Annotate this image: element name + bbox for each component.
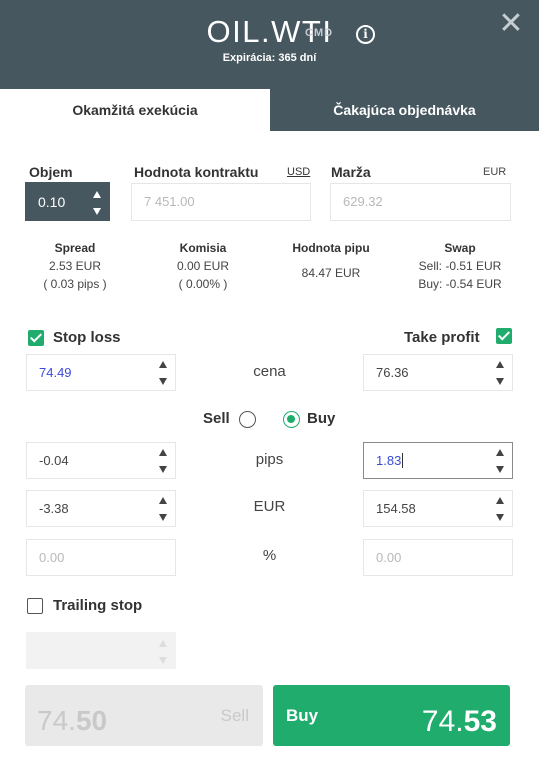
take-profit-label: Take profit — [404, 329, 480, 346]
take-profit-eur-input[interactable]: 154.58 — [363, 490, 513, 527]
stop-loss-price-input[interactable]: 74.49 — [26, 354, 176, 391]
commission-percent: ( 0.00% ) — [178, 277, 228, 291]
side-sell-radio[interactable] — [239, 411, 256, 428]
swap-label: Swap — [444, 241, 476, 255]
stop-loss-checkbox[interactable] — [28, 330, 44, 346]
sell-price: 74.50 — [37, 705, 107, 737]
pip-value-stat: Hodnota pipu 84.47 EUR — [276, 239, 386, 282]
pip-value-label: Hodnota pipu — [292, 241, 370, 255]
swap-stat: Swap Sell: -0.51 EUR Buy: -0.54 EUR — [405, 239, 515, 293]
trailing-stop-spin — [159, 639, 169, 665]
stop-loss-eur-input[interactable]: -3.38 — [26, 490, 176, 527]
take-profit-pips-input[interactable]: 1.83 — [363, 442, 513, 479]
trailing-stop-checkbox[interactable] — [27, 598, 43, 614]
take-profit-pips-value: 1.83 — [376, 453, 404, 468]
stop-loss-percent-value: 0.00 — [39, 550, 65, 565]
sell-button-label: Sell — [220, 706, 249, 725]
volume-stepper[interactable]: 0.10 — [25, 182, 110, 221]
close-icon[interactable]: ✕ — [497, 9, 525, 39]
buy-button[interactable]: Buy 74.53 — [273, 685, 510, 746]
info-icon[interactable]: i — [356, 25, 375, 44]
contract-value-field: 7 451.00 — [131, 183, 311, 221]
take-profit-eur-value: 154.58 — [376, 501, 416, 516]
commission-label: Komisia — [179, 241, 227, 255]
price-row-label: cena — [253, 363, 286, 380]
margin-currency: EUR — [483, 166, 507, 178]
side-buy-radio[interactable] — [283, 411, 300, 428]
buy-button-label: Buy — [286, 706, 319, 725]
take-profit-price-value: 76.36 — [376, 365, 409, 380]
stop-loss-pips-value: -0.04 — [39, 453, 69, 468]
volume-label: Objem — [29, 164, 73, 180]
swap-buy: Buy: -0.54 EUR — [418, 277, 502, 291]
volume-value: 0.10 — [38, 194, 66, 210]
stop-loss-pips-spin[interactable] — [159, 448, 169, 474]
spread-stat: Spread 2.53 EUR ( 0.03 pips ) — [25, 239, 125, 293]
trailing-stop-input — [26, 632, 176, 669]
stop-loss-label: Stop loss — [53, 329, 121, 346]
margin-value-text: 629.32 — [343, 194, 383, 209]
volume-spin-arrows[interactable] — [93, 190, 103, 216]
swap-sell: Sell: -0.51 EUR — [418, 259, 502, 273]
buy-price: 74.53 — [422, 705, 497, 739]
take-profit-checkbox[interactable] — [496, 328, 512, 344]
take-profit-price-spin[interactable] — [496, 360, 506, 386]
pip-value-value: 84.47 EUR — [301, 266, 361, 280]
percent-row-label: % — [262, 547, 277, 564]
tab-instant-execution[interactable]: Okamžitá exekúcia — [0, 89, 270, 131]
trailing-stop-label: Trailing stop — [53, 597, 143, 614]
dialog-header: OIL.WTI CMD i Expirácia: 365 dní ✕ — [0, 0, 539, 89]
stop-loss-price-value: 74.49 — [39, 365, 72, 380]
buy-price-int: 74. — [421, 705, 464, 738]
contract-currency-link[interactable]: USD — [287, 166, 310, 178]
stop-loss-price-spin[interactable] — [159, 360, 169, 386]
contract-value-text: 7 451.00 — [144, 194, 195, 209]
take-profit-price-input[interactable]: 76.36 — [363, 354, 513, 391]
tab-pending-order[interactable]: Čakajúca objednávka — [270, 89, 539, 131]
expiry-text: Expirácia: 365 dní — [222, 52, 317, 64]
take-profit-percent-value: 0.00 — [376, 550, 402, 565]
spread-pips: ( 0.03 pips ) — [43, 277, 107, 291]
instrument-type-badge: CMD — [305, 27, 334, 39]
margin-label: Marža — [331, 164, 371, 180]
contract-value-label: Hodnota kontraktu — [134, 164, 259, 180]
take-profit-pips-spin[interactable] — [496, 448, 506, 474]
eur-row-label: EUR — [253, 498, 286, 515]
instrument-title: OIL.WTI — [0, 14, 539, 50]
take-profit-percent-field: 0.00 — [363, 539, 513, 576]
buy-price-frac: 53 — [463, 705, 497, 738]
margin-field: 629.32 — [330, 183, 511, 221]
sell-price-frac: 50 — [75, 705, 108, 736]
stop-loss-pips-input[interactable]: -0.04 — [26, 442, 176, 479]
sell-button[interactable]: 74.50 Sell — [25, 685, 263, 746]
stop-loss-eur-value: -3.38 — [39, 501, 69, 516]
take-profit-eur-spin[interactable] — [496, 496, 506, 522]
commission-value: 0.00 EUR — [176, 259, 230, 273]
sell-price-int: 74. — [37, 705, 76, 736]
spread-value: 2.53 EUR — [48, 259, 102, 273]
commission-stat: Komisia 0.00 EUR ( 0.00% ) — [153, 239, 253, 293]
side-buy-label: Buy — [307, 410, 336, 427]
stop-loss-percent-field: 0.00 — [26, 539, 176, 576]
pips-row-label: pips — [255, 451, 284, 468]
side-sell-label: Sell — [203, 410, 230, 427]
spread-label: Spread — [54, 241, 96, 255]
stop-loss-eur-spin[interactable] — [159, 496, 169, 522]
